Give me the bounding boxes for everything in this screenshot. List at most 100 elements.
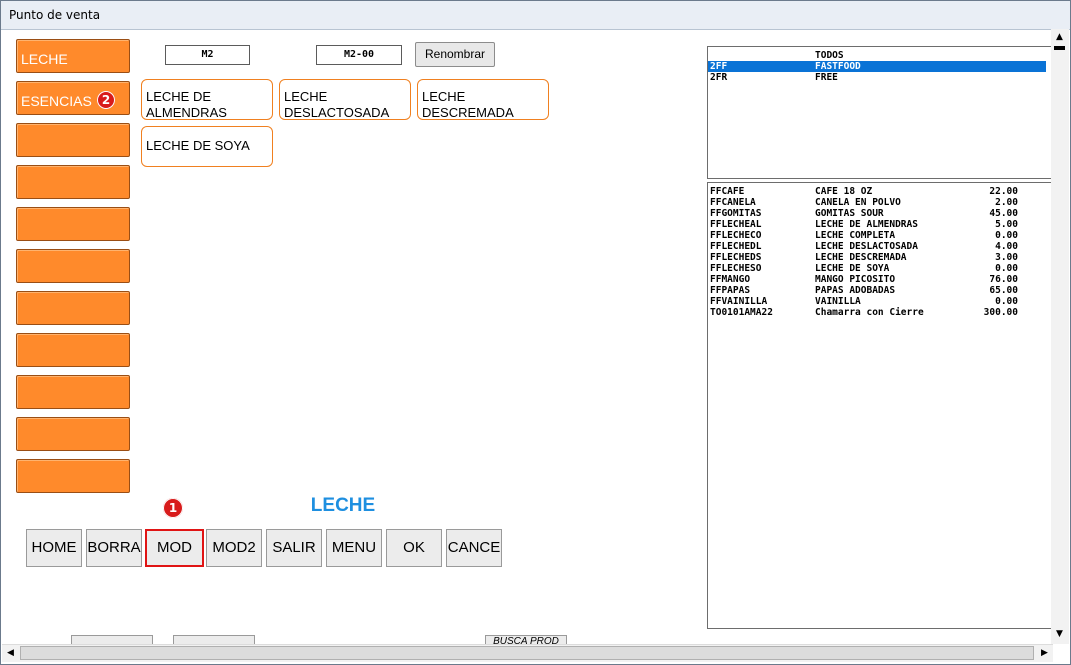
- product-code: FFLECHEDS: [710, 252, 762, 263]
- group-code: 2FF: [710, 61, 728, 72]
- category-button-empty[interactable]: [16, 417, 130, 451]
- category-button-empty[interactable]: [16, 207, 130, 241]
- mod2-button[interactable]: MOD2: [206, 529, 262, 567]
- product-code: FFCANELA: [710, 197, 756, 208]
- table-row[interactable]: FFGOMITAS GOMITAS SOUR 45.00: [708, 208, 1028, 219]
- product-name: GOMITAS SOUR: [815, 208, 884, 219]
- product-label: LECHE DE ALMENDRAS: [146, 89, 227, 120]
- table-row[interactable]: FFLECHEDL LECHE DESLACTOSADA 4.00: [708, 241, 1028, 252]
- group-name: FASTFOOD: [815, 61, 861, 72]
- products-listbox[interactable]: FFCAFE CAFE 18 OZ 22.00 FFCANELA CANELA EN P…: [707, 182, 1052, 629]
- product-code: FFPAPAS: [710, 285, 751, 296]
- category-button-empty[interactable]: [16, 459, 130, 493]
- product-button-leche-de-almendras[interactable]: LECHE DE ALMENDRAS: [141, 79, 273, 120]
- category-label: ESENCIAS: [21, 93, 92, 109]
- subgroup-code-field[interactable]: M2-00: [316, 45, 402, 65]
- list-item[interactable]: 2FR FREE: [708, 72, 1046, 83]
- down-arrow-icon[interactable]: ▼: [1051, 626, 1068, 643]
- product-label: LECHE DESLACTOSADA: [284, 89, 390, 120]
- horizontal-scroll-thumb[interactable]: [20, 646, 1034, 660]
- list-item[interactable]: TODOS: [708, 50, 1046, 61]
- product-price: 3.00: [995, 252, 1018, 263]
- table-row[interactable]: TO0101AMA22 Chamarra con Cierre 300.00: [708, 307, 1028, 318]
- product-code: FFMANGO: [710, 274, 751, 285]
- product-name: LECHE COMPLETA: [815, 230, 896, 241]
- product-price: 45.00: [989, 208, 1018, 219]
- product-code: FFCAFE: [710, 186, 745, 197]
- product-name: LECHE DESCREMADA: [815, 252, 907, 263]
- category-button-esencias[interactable]: ESENCIAS 2: [16, 81, 130, 115]
- product-button-leche-descremada[interactable]: LECHE DESCREMADA: [417, 79, 549, 120]
- table-row[interactable]: FFLECHEDS LECHE DESCREMADA 3.00: [708, 252, 1028, 263]
- vertical-scrollbar[interactable]: ▲ ▼: [1051, 29, 1069, 644]
- product-price: 76.00: [989, 274, 1018, 285]
- product-name: PAPAS ADOBADAS: [815, 285, 896, 296]
- right-arrow-icon[interactable]: ▶: [1036, 645, 1053, 662]
- group-code: 2FR: [710, 72, 728, 83]
- up-arrow-icon[interactable]: ▲: [1051, 29, 1068, 46]
- table-row[interactable]: FFCANELA CANELA EN POLVO 2.00: [708, 197, 1028, 208]
- list-item-selected[interactable]: 2FF FASTFOOD: [708, 61, 1046, 72]
- scroll-thumb[interactable]: [1054, 46, 1065, 50]
- table-row[interactable]: FFMANGO MANGO PICOSITO 76.00: [708, 274, 1028, 285]
- product-button-leche-de-soya[interactable]: LECHE DE SOYA: [141, 126, 273, 167]
- ok-button[interactable]: OK: [386, 529, 442, 567]
- category-button-empty[interactable]: [16, 123, 130, 157]
- borra-button[interactable]: BORRA: [86, 529, 142, 567]
- annotation-badge: 1: [163, 498, 183, 518]
- cancel-button[interactable]: CANCE: [446, 529, 502, 567]
- product-price: 4.00: [995, 241, 1018, 252]
- category-button-empty[interactable]: [16, 333, 130, 367]
- table-row[interactable]: FFLECHEAL LECHE DE ALMENDRAS 5.00: [708, 219, 1028, 230]
- current-group-label: LECHE: [310, 495, 376, 516]
- product-name: CAFE 18 OZ: [815, 186, 873, 197]
- product-price: 300.00: [983, 307, 1018, 318]
- product-code: FFLECHEDL: [710, 241, 762, 252]
- product-label: LECHE DE SOYA: [146, 138, 250, 153]
- rename-button[interactable]: Renombrar: [415, 42, 495, 67]
- groups-listbox[interactable]: TODOS 2FF FASTFOOD 2FR FREE: [707, 46, 1052, 179]
- pos-window: Punto de venta LECHE ESENCIAS 2 M2 M2-00…: [0, 0, 1071, 665]
- table-row[interactable]: FFCAFE CAFE 18 OZ 22.00: [708, 186, 1028, 197]
- salir-button[interactable]: SALIR: [266, 529, 322, 567]
- category-button-leche[interactable]: LECHE: [16, 39, 130, 73]
- product-name: LECHE DE ALMENDRAS: [815, 219, 918, 230]
- product-name: CANELA EN POLVO: [815, 197, 901, 208]
- category-button-empty[interactable]: [16, 375, 130, 409]
- category-label: LECHE: [21, 51, 68, 67]
- table-row[interactable]: FFVAINILLA VAINILLA 0.00: [708, 296, 1028, 307]
- table-row[interactable]: FFLECHECO LECHE COMPLETA 0.00: [708, 230, 1028, 241]
- table-row[interactable]: FFLECHESO LECHE DE SOYA 0.00: [708, 263, 1028, 274]
- mod-button[interactable]: MOD: [145, 529, 204, 567]
- left-arrow-icon[interactable]: ◀: [2, 645, 19, 662]
- menu-button[interactable]: MENU: [326, 529, 382, 567]
- group-name: TODOS: [815, 50, 844, 61]
- product-price: 0.00: [995, 230, 1018, 241]
- product-name: LECHE DE SOYA: [815, 263, 890, 274]
- title-bar: Punto de venta: [1, 1, 1070, 30]
- table-row[interactable]: FFPAPAS PAPAS ADOBADAS 65.00: [708, 285, 1028, 296]
- annotation-badge: 2: [97, 91, 115, 109]
- product-price: 0.00: [995, 296, 1018, 307]
- category-button-empty[interactable]: [16, 291, 130, 325]
- product-name: VAINILLA: [815, 296, 861, 307]
- product-code: FFLECHECO: [710, 230, 762, 241]
- product-code: FFLECHESO: [710, 263, 762, 274]
- product-button-leche-deslactosada[interactable]: LECHE DESLACTOSADA: [279, 79, 411, 120]
- category-button-empty[interactable]: [16, 165, 130, 199]
- home-button[interactable]: HOME: [26, 529, 82, 567]
- window-title: Punto de venta: [9, 8, 101, 22]
- product-name: Chamarra con Cierre: [815, 307, 924, 318]
- product-name: MANGO PICOSITO: [815, 274, 896, 285]
- product-code: FFLECHEAL: [710, 219, 762, 230]
- group-code-field[interactable]: M2: [165, 45, 250, 65]
- product-code: TO0101AMA22: [710, 307, 773, 318]
- horizontal-scrollbar[interactable]: ◀ ▶: [2, 644, 1053, 662]
- product-price: 0.00: [995, 263, 1018, 274]
- product-code: FFVAINILLA: [710, 296, 768, 307]
- category-button-empty[interactable]: [16, 249, 130, 283]
- product-code: FFGOMITAS: [710, 208, 762, 219]
- product-price: 5.00: [995, 219, 1018, 230]
- product-price: 2.00: [995, 197, 1018, 208]
- product-price: 65.00: [989, 285, 1018, 296]
